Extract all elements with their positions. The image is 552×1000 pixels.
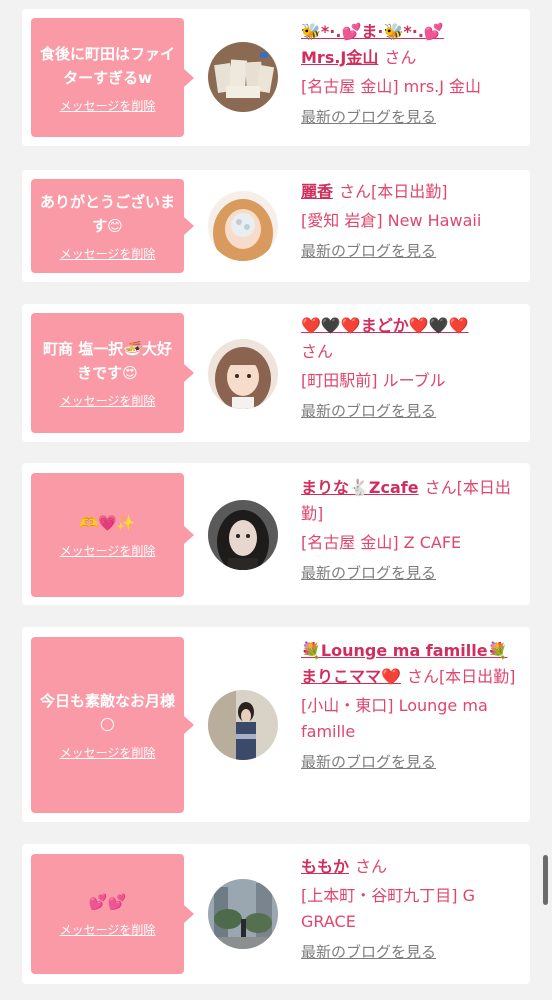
message-bubble: 💕💕 メッセージを削除 (31, 854, 194, 974)
message-card: 💕💕 メッセージを削除 ももか さん [上本町・谷町九丁目] G GRACE 最新… (22, 844, 530, 984)
delete-message-button[interactable]: メッセージを削除 (60, 745, 156, 761)
shop-info: [名古屋 金山] mrs.J 金山 (301, 77, 482, 96)
shop-info: [小山・東口] Lounge ma famille (301, 696, 488, 741)
message-bubble: 今日も素敵なお月様🌕 メッセージを削除 (31, 637, 194, 813)
latest-blog-link[interactable]: 最新のブログを見る (301, 104, 436, 130)
avatar[interactable] (208, 690, 278, 760)
message-card: 食後に町田はファイターすぎるw メッセージを削除 🐝*·.💕ま·🐝*·.💕 Mr… (22, 9, 530, 146)
sender-name[interactable]: まりな🐇Zcafe (301, 478, 419, 497)
latest-blog-link[interactable]: 最新のブログを見る (301, 749, 436, 775)
sender-name-line2[interactable]: まりこママ❤️ (301, 667, 401, 686)
honorific: さん (301, 342, 334, 361)
message-text: 💕💕 (88, 893, 127, 911)
scrollbar[interactable] (543, 855, 548, 905)
message-card: 今日も素敵なお月様🌕 メッセージを削除 💐Lounge ma famille💐 … (22, 627, 530, 822)
shop-info: [町田駅前] ルーブル (301, 371, 446, 390)
avatar[interactable] (208, 500, 278, 570)
message-text: ありがとうございます😊 (39, 193, 175, 235)
avatar[interactable] (208, 42, 278, 112)
message-text: 町商 塩一択🍜大好きです😍 (43, 340, 172, 382)
sender-info: ❤️🖤❤️まどか❤️🖤❤️ さん [町田駅前] ルーブル 最新のブログを見る (301, 313, 523, 424)
message-bubble: 町商 塩一択🍜大好きです😍 メッセージを削除 (31, 313, 194, 433)
message-bubble: ありがとうございます😊 メッセージを削除 (31, 179, 194, 273)
delete-message-button[interactable]: メッセージを削除 (60, 246, 156, 262)
avatar[interactable] (208, 191, 278, 261)
honorific: さん[本日出勤] (339, 182, 448, 201)
message-bubble: 食後に町田はファイターすぎるw メッセージを削除 (31, 18, 194, 137)
sender-info: 🐝*·.💕ま·🐝*·.💕 Mrs.J金山 さん [名古屋 金山] mrs.J 金山… (301, 19, 523, 130)
sender-name[interactable]: 麗香 (301, 182, 333, 201)
sender-info: 麗香 さん[本日出勤] [愛知 岩倉] New Hawaii 最新のブログを見る (301, 179, 523, 264)
sender-name[interactable]: ❤️🖤❤️まどか❤️🖤❤️ (301, 316, 469, 335)
message-card: 町商 塩一択🍜大好きです😍 メッセージを削除 ❤️🖤❤️まどか❤️🖤❤️ さん … (22, 304, 530, 442)
sender-name-line2[interactable]: Mrs.J金山 (301, 48, 378, 67)
sender-name[interactable]: ももか (301, 857, 349, 876)
message-card: 🫶💗✨ メッセージを削除 まりな🐇Zcafe さん[本日出勤] [名古屋 金山] … (22, 463, 530, 605)
latest-blog-link[interactable]: 最新のブログを見る (301, 939, 436, 965)
sender-info: ももか さん [上本町・谷町九丁目] G GRACE 最新のブログを見る (301, 854, 523, 965)
message-text: 🫶💗✨ (79, 514, 136, 532)
avatar[interactable] (208, 879, 278, 949)
delete-message-button[interactable]: メッセージを削除 (60, 393, 156, 409)
latest-blog-link[interactable]: 最新のブログを見る (301, 398, 436, 424)
message-bubble: 🫶💗✨ メッセージを削除 (31, 473, 194, 597)
honorific: さん (384, 48, 417, 67)
sender-name-line1[interactable]: 🐝*·.💕ま·🐝*·.💕 (301, 22, 444, 41)
delete-message-button[interactable]: メッセージを削除 (60, 543, 156, 559)
avatar[interactable] (208, 339, 278, 409)
latest-blog-link[interactable]: 最新のブログを見る (301, 560, 436, 586)
message-text: 今日も素敵なお月様🌕 (39, 692, 175, 734)
sender-info: 💐Lounge ma famille💐 まりこママ❤️ さん[本日出勤] [小山・… (301, 638, 523, 775)
latest-blog-link[interactable]: 最新のブログを見る (301, 238, 436, 264)
sender-info: まりな🐇Zcafe さん[本日出勤] [名古屋 金山] Z CAFE 最新のブログ… (301, 475, 523, 586)
honorific: さん[本日出勤] (406, 667, 516, 686)
delete-message-button[interactable]: メッセージを削除 (60, 98, 156, 114)
shop-info: [上本町・谷町九丁目] G GRACE (301, 886, 475, 931)
message-text: 食後に町田はファイターすぎるw (39, 44, 175, 87)
honorific: さん (355, 857, 388, 876)
sender-name-line1[interactable]: 💐Lounge ma famille💐 (301, 641, 507, 660)
delete-message-button[interactable]: メッセージを削除 (60, 922, 156, 938)
shop-info: [愛知 岩倉] New Hawaii (301, 211, 482, 230)
shop-info: [名古屋 金山] Z CAFE (301, 533, 462, 552)
message-card: ありがとうございます😊 メッセージを削除 麗香 さん[本日出勤] [愛知 岩倉] … (22, 170, 530, 282)
